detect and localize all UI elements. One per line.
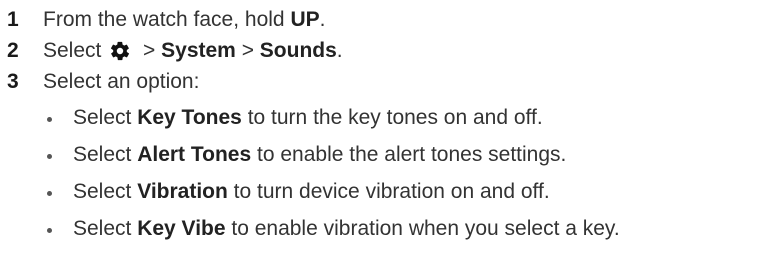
option-text: Select Alert Tones to enable the alert t… [73,143,566,167]
gear-icon [109,40,131,62]
step-number: 3 [7,70,19,93]
option-text: Select Key Tones to turn the key tones o… [73,106,543,130]
menu-separator: > [235,39,260,62]
option-text-post: to enable the alert tones settings. [251,143,567,166]
bullet-icon [47,117,52,122]
option-text-pre: Select [73,106,138,129]
bullet-icon [47,154,52,159]
option-text-pre: Select [73,217,138,240]
step-text-pre: Select [43,39,108,62]
step-text: From the watch face, hold UP . [43,8,325,32]
step-text-post: . [336,39,343,62]
bullet-icon [47,228,52,233]
option-text-pre: Select [73,143,138,166]
option-name: Key Tones [137,106,242,129]
menu-item-system: System [161,39,236,62]
option-text-post: to turn device vibration on and off. [227,180,550,203]
step-text: Select an option: [43,70,200,93]
option-text: Select Key Vibe to enable vibration when… [73,217,620,241]
option-name: Alert Tones [137,143,252,166]
option-text: Select Vibration to turn device vibratio… [73,180,550,204]
key-name-up: UP [290,8,320,31]
instructions-document: 1 From the watch face, hold UP . 2 Selec… [0,0,761,276]
step-text-pre: From the watch face, hold [43,8,291,31]
option-text-post: to turn the key tones on and off. [241,106,543,129]
step-text-post: . [319,8,326,31]
step-number: 1 [7,8,19,31]
option-name: Key Vibe [137,217,226,240]
step-text: Select > System > Sounds . [43,39,343,63]
option-text-pre: Select [73,180,138,203]
option-text-post: to enable vibration when you select a ke… [225,217,620,240]
bullet-icon [47,191,52,196]
menu-item-sounds: Sounds [259,39,337,62]
menu-separator: > [137,39,162,62]
step-number: 2 [7,39,19,62]
option-name: Vibration [137,180,228,203]
